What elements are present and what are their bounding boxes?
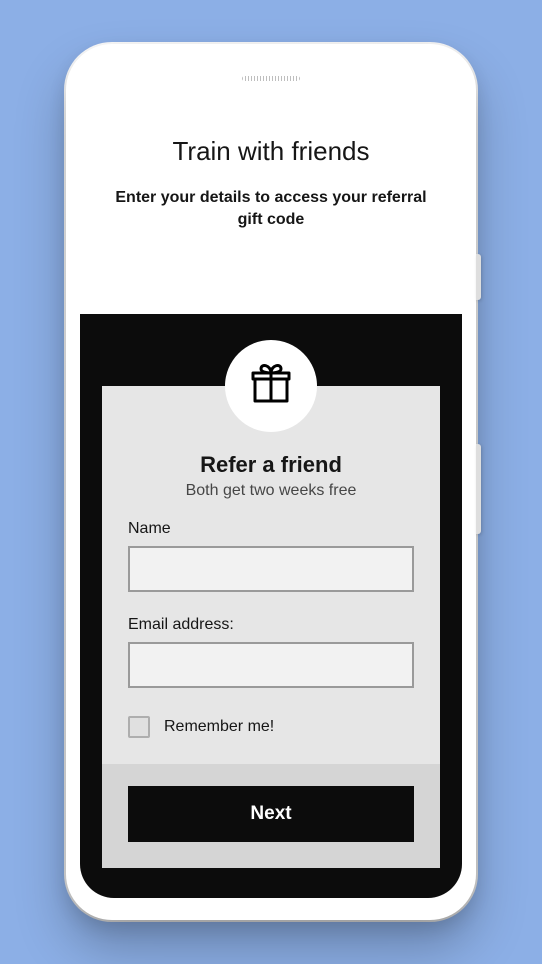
next-button[interactable]: Next <box>128 786 414 842</box>
name-label: Name <box>128 520 414 538</box>
card-footer: Next <box>102 764 440 868</box>
page-title: Train with friends <box>104 136 438 167</box>
dark-section: Refer a friend Both get two weeks free N… <box>80 314 462 898</box>
side-button-bottom <box>476 444 481 534</box>
email-label: Email address: <box>128 616 414 634</box>
email-input[interactable] <box>128 642 414 688</box>
card-title: Refer a friend <box>128 452 414 478</box>
gift-icon-circle <box>225 340 317 432</box>
speaker-grille <box>242 76 300 81</box>
card-subtitle: Both get two weeks free <box>128 482 414 500</box>
remember-row: Remember me! <box>128 716 414 738</box>
remember-label: Remember me! <box>164 718 274 736</box>
header: Train with friends Enter your details to… <box>80 92 462 260</box>
remember-checkbox[interactable] <box>128 716 150 738</box>
name-input[interactable] <box>128 546 414 592</box>
screen: Train with friends Enter your details to… <box>80 92 462 898</box>
side-button-top <box>476 254 481 300</box>
phone-mockup: Train with friends Enter your details to… <box>66 44 476 920</box>
referral-form: Name Email address: Remember me! <box>128 520 414 764</box>
gift-icon <box>247 359 295 412</box>
page-subtitle: Enter your details to access your referr… <box>104 187 438 232</box>
referral-card: Refer a friend Both get two weeks free N… <box>102 386 440 868</box>
